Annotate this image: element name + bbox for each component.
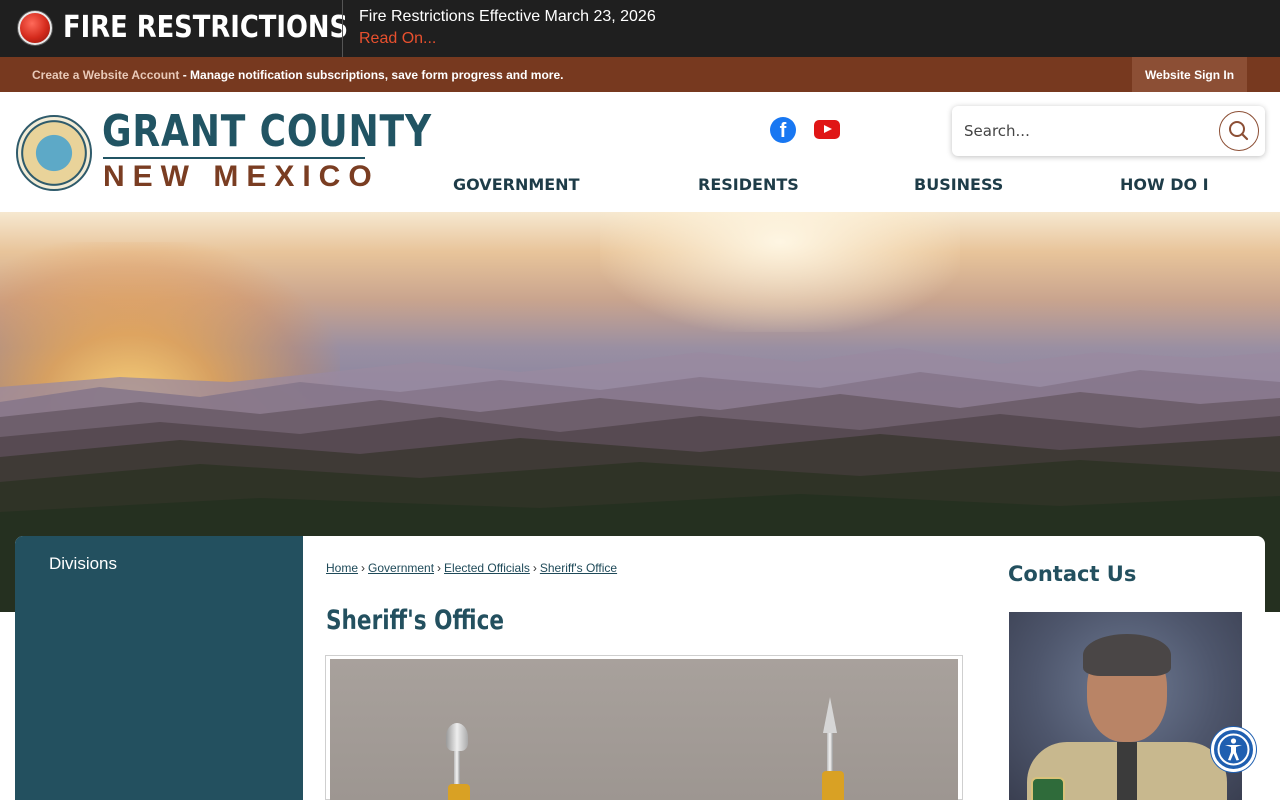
- page-title: Sheriff's Office: [326, 605, 505, 636]
- county-seal-logo[interactable]: [16, 115, 92, 191]
- account-bar: Create a Website Account - Manage notifi…: [0, 57, 1280, 92]
- alert-dot-icon: [18, 11, 52, 45]
- breadcrumb-separator: ›: [437, 561, 442, 575]
- alert-bar: FIRE RESTRICTIONS Fire Restrictions Effe…: [0, 0, 1280, 57]
- officer-hair: [1083, 634, 1171, 676]
- nav-residents[interactable]: RESIDENTS: [698, 175, 799, 194]
- sheriff-photo: [1009, 612, 1242, 800]
- sidebar-item-divisions[interactable]: Divisions: [49, 554, 117, 574]
- spear-finial: [823, 697, 837, 733]
- eagle-finial: [446, 723, 468, 751]
- officer-tie: [1117, 742, 1137, 800]
- search-box: [952, 106, 1265, 156]
- nav-government[interactable]: GOVERNMENT: [453, 175, 579, 194]
- account-message: Create a Website Account - Manage notifi…: [32, 68, 563, 82]
- account-description: - Manage notification subscriptions, sav…: [179, 68, 564, 82]
- breadcrumb: Home › Government › Elected Officials › Sherif…: [326, 561, 617, 575]
- alert-divider: [342, 0, 343, 57]
- feature-photo-flags: [330, 659, 958, 800]
- logo-title[interactable]: GRANT COUNTY: [102, 106, 432, 157]
- accessibility-icon: [1217, 733, 1250, 766]
- accessibility-button[interactable]: [1211, 727, 1256, 772]
- search-input[interactable]: [964, 116, 1214, 146]
- sidebar: [15, 536, 303, 800]
- officer-patch: [1031, 777, 1065, 800]
- logo-subtitle[interactable]: NEW MEXICO: [103, 160, 380, 194]
- alert-headline: Fire Restrictions Effective March 23, 20…: [359, 8, 656, 25]
- contact-us-heading: Contact Us: [1008, 562, 1137, 586]
- search-icon: [1228, 120, 1248, 140]
- breadcrumb-home[interactable]: Home: [326, 561, 358, 575]
- alert-title[interactable]: FIRE RESTRICTIONS: [63, 10, 348, 45]
- nav-business[interactable]: BUSINESS: [914, 175, 1003, 194]
- breadcrumb-elected-officials[interactable]: Elected Officials: [444, 561, 530, 575]
- read-on-link[interactable]: Read On...: [359, 30, 436, 48]
- flag-fringe-left: [448, 784, 470, 800]
- youtube-icon[interactable]: [814, 120, 840, 139]
- create-account-link[interactable]: Create a Website Account: [32, 68, 179, 82]
- facebook-icon[interactable]: f: [770, 117, 796, 143]
- breadcrumb-sheriffs-office[interactable]: Sheriff's Office: [540, 561, 617, 575]
- nav-how-do-i[interactable]: HOW DO I: [1120, 175, 1209, 194]
- breadcrumb-separator: ›: [361, 561, 366, 575]
- website-sign-in-button[interactable]: Website Sign In: [1132, 57, 1247, 92]
- logo-divider: [103, 157, 365, 159]
- search-button[interactable]: [1219, 111, 1259, 151]
- flag-fringe-right: [822, 771, 844, 800]
- breadcrumb-separator: ›: [532, 561, 537, 575]
- breadcrumb-government[interactable]: Government: [368, 561, 434, 575]
